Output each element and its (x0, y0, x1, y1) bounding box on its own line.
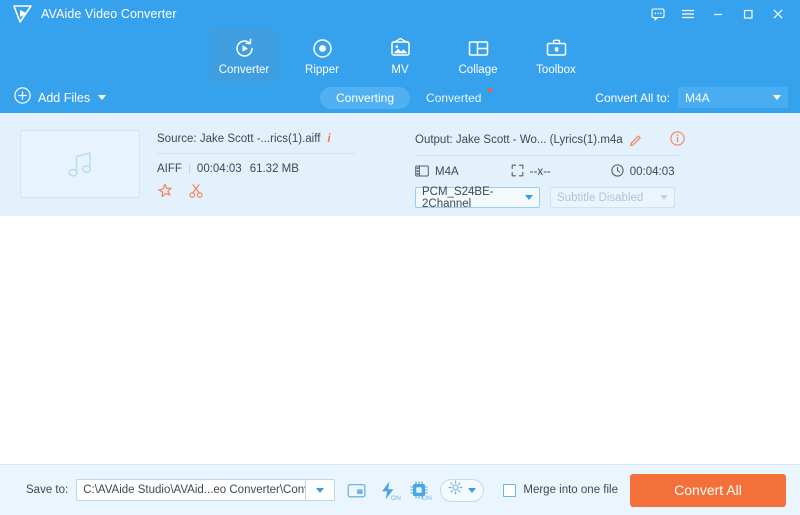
tab-toolbox[interactable]: Toolbox (522, 28, 590, 82)
collage-icon (466, 35, 491, 61)
convert-all-format-value: M4A (685, 90, 710, 105)
converter-icon (232, 35, 257, 61)
divider (415, 155, 680, 156)
save-path-value: C:\AVAide Studio\AVAid...eo Converter\Co… (83, 484, 305, 496)
source-meta: AIFF 00:04:03 61.32 MB (157, 163, 357, 175)
chevron-down-icon (316, 487, 325, 493)
output-meta: M4A --x-- 00:04:03 (415, 164, 695, 180)
source-format: AIFF (157, 163, 182, 175)
tab-label: Ripper (305, 64, 339, 76)
file-thumbnail[interactable] (20, 130, 140, 198)
app-title: AVAide Video Converter (41, 7, 177, 21)
segment-label: Converted (426, 90, 482, 105)
save-to-label: Save to: (26, 484, 69, 496)
segment-label: Converting (336, 90, 395, 105)
add-files-button[interactable]: Add Files (14, 86, 107, 109)
save-path-dropdown-button[interactable] (306, 479, 336, 501)
chevron-down-icon[interactable] (98, 95, 107, 100)
output-resolution: --x-- (529, 166, 551, 178)
source-filename: Source: Jake Scott -...rics(1).aiff (157, 133, 321, 145)
tab-collage[interactable]: Collage (444, 28, 512, 82)
source-filesize: 61.32 MB (249, 163, 299, 175)
convert-all-button-label: Convert All (674, 482, 742, 498)
window-controls (644, 0, 792, 28)
file-list-row[interactable]: Source: Jake Scott -...rics(1).aiff i AI… (0, 113, 800, 295)
output-filename: Output: Jake Scott - Wo... (Lyrics(1).m4… (415, 134, 623, 146)
feedback-icon[interactable] (644, 0, 672, 28)
merge-label: Merge into one file (523, 484, 618, 496)
add-files-label: Add Files (38, 90, 91, 105)
status-segmented-control: Converting Converted (320, 82, 497, 113)
convert-all-to-group: Convert All to: M4A (595, 82, 788, 113)
ripper-icon (310, 35, 335, 61)
file-list-empty-area (0, 216, 800, 464)
mv-icon (388, 35, 413, 61)
segment-converting[interactable]: Converting (320, 86, 411, 109)
chevron-down-icon (468, 487, 477, 493)
output-format: M4A (435, 166, 459, 178)
output-duration: 00:04:03 (629, 166, 675, 178)
gear-icon (448, 480, 463, 500)
cut-scissors-icon[interactable] (188, 183, 204, 204)
preferences-button[interactable] (440, 478, 485, 502)
subtitle-select: Subtitle Disabled (550, 187, 675, 208)
title-bar: AVAide Video Converter (0, 0, 800, 28)
hardware-acceleration-toggle[interactable]: ON (378, 480, 402, 502)
app-window: AVAide Video Converter Converter Ripper … (0, 0, 800, 515)
tab-converter[interactable]: Converter (210, 28, 278, 82)
checkbox-box (503, 483, 517, 497)
menu-icon[interactable] (674, 0, 702, 28)
divider (157, 153, 355, 154)
app-logo-icon (10, 3, 36, 25)
save-path-input[interactable]: C:\AVAide Studio\AVAid...eo Converter\Co… (76, 479, 307, 501)
convert-all-button[interactable]: Convert All (630, 473, 786, 507)
minimize-icon[interactable] (704, 0, 732, 28)
notification-badge-dot (488, 87, 493, 92)
open-folder-button[interactable] (346, 480, 367, 501)
maximize-icon[interactable] (734, 0, 762, 28)
audio-codec-select[interactable]: PCM_S24BE-2Channel (415, 185, 540, 210)
toolbox-icon (544, 35, 569, 61)
chevron-down-icon (773, 95, 781, 100)
main-tab-bar: Converter Ripper MV Collage Toolbox (0, 28, 800, 82)
video-format-icon (415, 165, 429, 180)
output-info: Output: Jake Scott - Wo... (Lyrics(1).m4… (415, 131, 695, 210)
segment-converted[interactable]: Converted (410, 87, 497, 109)
gpu-acceleration-state: ON (422, 494, 433, 502)
tab-label: Converter (218, 64, 270, 76)
action-toolbar: Add Files Converting Converted Convert A… (0, 82, 800, 113)
chevron-down-icon (525, 195, 533, 200)
meta-separator (188, 164, 190, 174)
tab-label: MV (391, 64, 409, 76)
convert-all-format-select[interactable]: M4A (678, 87, 788, 108)
hardware-acceleration-state: ON (391, 494, 402, 502)
convert-all-to-label: Convert All to: (595, 90, 670, 105)
audio-codec-value: PCM_S24BE-2Channel (422, 185, 494, 210)
enhance-magic-icon[interactable] (157, 183, 173, 204)
bottom-bar: Save to: C:\AVAide Studio\AVAid...eo Con… (0, 464, 800, 515)
tab-ripper[interactable]: Ripper (288, 28, 356, 82)
output-info-icon[interactable] (670, 131, 685, 151)
merge-into-one-file-checkbox[interactable]: Merge into one file (503, 483, 618, 497)
subtitle-value: Subtitle Disabled (557, 191, 644, 204)
plus-circle-icon (14, 86, 31, 109)
chevron-down-icon (660, 195, 668, 200)
source-info: Source: Jake Scott -...rics(1).aiff i AI… (157, 133, 357, 204)
tab-mv[interactable]: MV (366, 28, 434, 82)
clock-icon (611, 164, 624, 180)
source-info-icon[interactable]: i (327, 133, 330, 145)
close-icon[interactable] (764, 0, 792, 28)
rename-pencil-icon[interactable] (629, 133, 643, 147)
source-duration: 00:04:03 (196, 163, 242, 175)
gpu-acceleration-toggle[interactable]: ON (409, 480, 433, 502)
resolution-icon (511, 164, 524, 180)
tab-label: Collage (458, 64, 498, 76)
tab-label: Toolbox (536, 64, 576, 76)
music-note-icon (68, 152, 92, 177)
